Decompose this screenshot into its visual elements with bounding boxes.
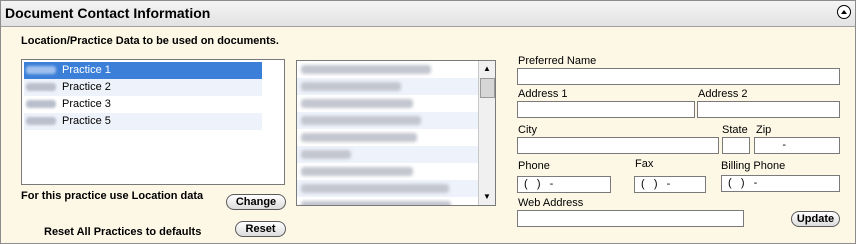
- location-item[interactable]: [297, 197, 495, 205]
- reset-button[interactable]: Reset: [235, 221, 286, 237]
- practice-item[interactable]: Practice 1: [24, 62, 262, 79]
- practice-item[interactable]: Practice 3: [24, 96, 262, 113]
- billing-phone-field[interactable]: ( ) -: [721, 175, 840, 192]
- panel-title: Document Contact Information: [5, 5, 211, 21]
- redacted-text: [26, 66, 56, 75]
- zip-field[interactable]: -: [754, 137, 840, 154]
- location-item[interactable]: [297, 95, 495, 112]
- update-button[interactable]: Update: [791, 211, 840, 227]
- location-item[interactable]: [297, 163, 495, 180]
- fax-label: Fax: [635, 158, 654, 170]
- city-field[interactable]: [517, 137, 719, 154]
- web-address-label: Web Address: [518, 197, 584, 209]
- practice-list[interactable]: Practice 1 Practice 2 Practice 3 Practic…: [21, 59, 285, 185]
- scroll-thumb[interactable]: [480, 78, 495, 98]
- scroll-down-icon[interactable]: ▼: [479, 189, 495, 205]
- practice-label: Practice 3: [62, 98, 111, 110]
- reset-label: Reset All Practices to defaults: [44, 226, 202, 238]
- redacted-text: [26, 117, 56, 126]
- fax-field[interactable]: ( ) -: [634, 176, 706, 193]
- redacted-text: [26, 100, 56, 109]
- state-label: State: [722, 124, 748, 136]
- location-list[interactable]: ▲ ▼: [296, 60, 496, 206]
- billing-phone-label: Billing Phone: [721, 160, 786, 172]
- phone-label: Phone: [518, 160, 550, 172]
- practice-label: Practice 1: [62, 64, 111, 76]
- state-field[interactable]: [722, 137, 750, 154]
- collapse-up-icon[interactable]: [837, 5, 851, 19]
- web-address-field[interactable]: [517, 210, 744, 227]
- location-scrollbar[interactable]: ▲ ▼: [478, 61, 495, 205]
- scroll-up-icon[interactable]: ▲: [479, 61, 495, 77]
- practice-label: Practice 5: [62, 115, 111, 127]
- document-contact-panel: Document Contact Information Location/Pr…: [0, 0, 856, 244]
- address2-label: Address 2: [698, 88, 748, 100]
- practice-item[interactable]: Practice 2: [24, 79, 262, 96]
- preferred-name-field[interactable]: [517, 68, 840, 85]
- location-item[interactable]: [297, 129, 495, 146]
- section-label: Location/Practice Data to be used on doc…: [21, 35, 279, 47]
- preferred-name-label: Preferred Name: [518, 55, 597, 67]
- address2-field[interactable]: [697, 101, 840, 118]
- location-item[interactable]: [297, 61, 495, 78]
- panel-header: Document Contact Information: [1, 1, 855, 27]
- practice-label: Practice 2: [62, 81, 111, 93]
- phone-field[interactable]: ( ) -: [517, 176, 611, 193]
- practice-use-label: For this practice use Location data: [21, 190, 204, 202]
- redacted-text: [26, 83, 56, 92]
- change-button[interactable]: Change: [226, 194, 286, 210]
- location-item[interactable]: [297, 78, 495, 95]
- practice-item[interactable]: Practice 5: [24, 113, 262, 130]
- address1-field[interactable]: [517, 101, 695, 118]
- address1-label: Address 1: [518, 88, 568, 100]
- location-item[interactable]: [297, 146, 495, 163]
- zip-label: Zip: [756, 124, 772, 136]
- location-item[interactable]: [297, 112, 495, 129]
- city-label: City: [518, 124, 537, 136]
- location-item[interactable]: [297, 180, 495, 197]
